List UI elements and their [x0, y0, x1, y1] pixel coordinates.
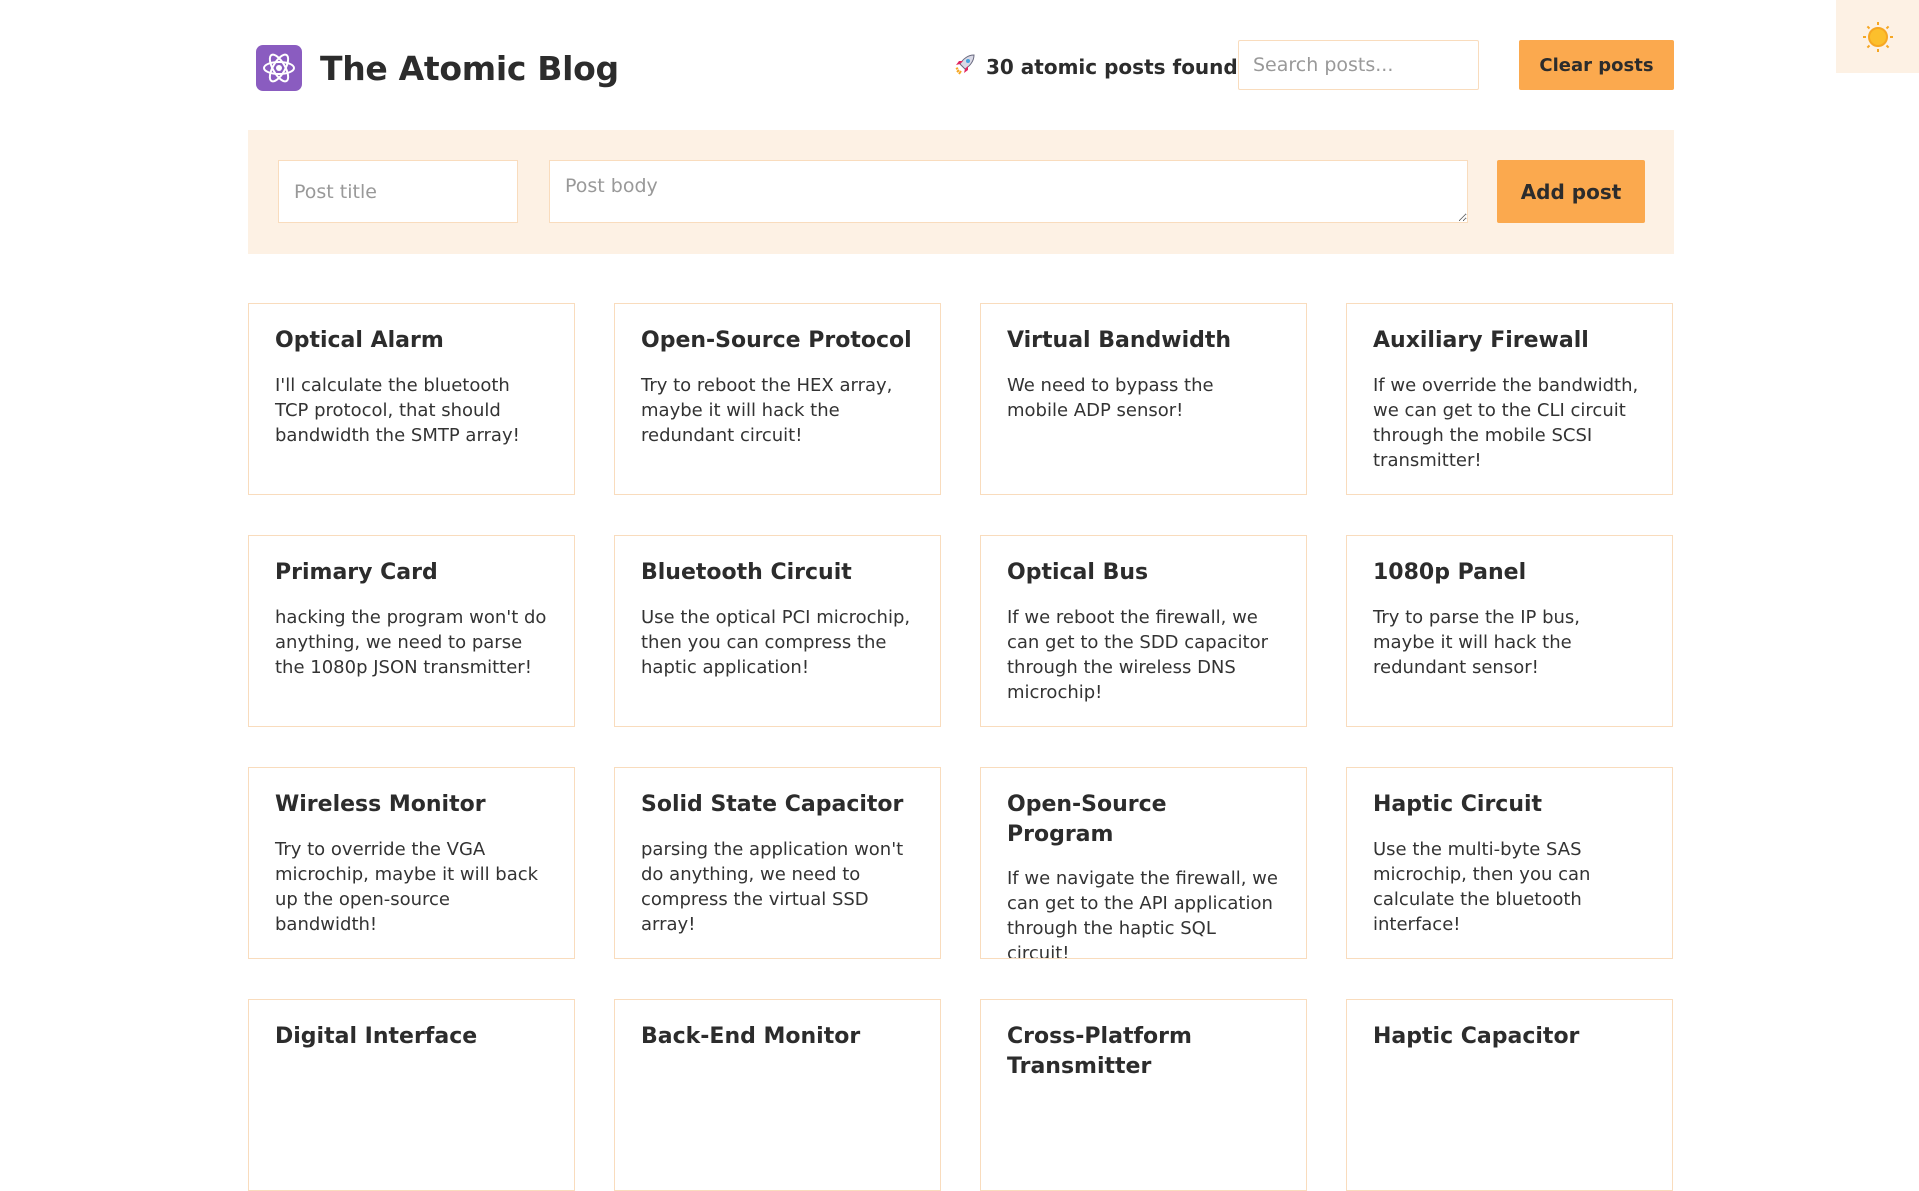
brand: The Atomic Blog — [256, 45, 619, 91]
posts-grid: Optical Alarm I'll calculate the bluetoot… — [248, 303, 1674, 1191]
post-title: Optical Alarm — [275, 328, 444, 353]
post-count: 30 atomic posts found — [954, 53, 1238, 80]
post-card: Digital Interface — [248, 999, 575, 1191]
post-card: Bluetooth Circuit Use the optical PCI mic… — [614, 535, 941, 727]
post-body: I'll calculate the bluetooth TCP protoco… — [275, 374, 520, 446]
post-title: Primary Card — [275, 560, 438, 585]
theme-toggle-button[interactable] — [1836, 0, 1919, 73]
post-card: Haptic Capacitor — [1346, 999, 1673, 1191]
post-body: hacking the program won't do anything, w… — [275, 606, 547, 678]
post-title-input[interactable] — [278, 160, 518, 223]
post-title: Auxiliary Firewall — [1373, 328, 1589, 353]
post-title: Virtual Bandwidth — [1007, 328, 1232, 353]
post-card: 1080p Panel Try to parse the IP bus, mayb… — [1346, 535, 1673, 727]
post-card: Haptic Circuit Use the multi-byte SAS mic… — [1346, 767, 1673, 959]
post-card: Solid State Capacitor parsing the applica… — [614, 767, 941, 959]
post-card: Cross-Platform Transmitter — [980, 999, 1307, 1191]
post-body: Use the optical PCI microchip, then you … — [641, 606, 911, 678]
post-title: Optical Bus — [1007, 560, 1149, 585]
post-body: Try to reboot the HEX array, maybe it wi… — [641, 374, 893, 446]
post-body: We need to bypass the mobile ADP sensor! — [1007, 374, 1214, 421]
rocket-icon — [954, 53, 976, 80]
post-count-text: 30 atomic posts found — [986, 54, 1238, 79]
post-title: Solid State Capacitor — [641, 792, 904, 817]
post-body: parsing the application won't do anythin… — [641, 838, 904, 935]
post-title: Haptic Circuit — [1373, 792, 1543, 817]
post-body: Use the multi-byte SAS microchip, then y… — [1373, 838, 1591, 935]
post-title: Open-Source Program — [1007, 792, 1167, 847]
post-body: Try to parse the IP bus, maybe it will h… — [1373, 606, 1581, 678]
post-card: Open-Source Protocol Try to reboot the HE… — [614, 303, 941, 495]
post-body: Try to override the VGA microchip, maybe… — [275, 838, 539, 935]
search-input[interactable] — [1238, 40, 1479, 90]
clear-posts-button[interactable]: Clear posts — [1519, 40, 1674, 90]
post-card: Back-End Monitor — [614, 999, 941, 1191]
app-container: The Atomic Blog 30 atomic posts found Cl… — [248, 0, 1674, 1191]
post-body: If we override the bandwidth, we can get… — [1373, 374, 1639, 471]
post-title: Back-End Monitor — [641, 1024, 861, 1049]
post-title: Open-Source Protocol — [641, 328, 912, 353]
post-card: Open-Source Program If we navigate the fi… — [980, 767, 1307, 959]
sun-icon — [1862, 21, 1893, 52]
post-title: Haptic Capacitor — [1373, 1024, 1580, 1049]
post-body: If we navigate the firewall, we can get … — [1007, 868, 1278, 959]
post-title: Digital Interface — [275, 1024, 478, 1049]
post-card: Optical Bus If we reboot the firewall, we… — [980, 535, 1307, 727]
post-card: Virtual Bandwidth We need to bypass the m… — [980, 303, 1307, 495]
post-card: Primary Card hacking the program won't do… — [248, 535, 575, 727]
post-card: Wireless Monitor Try to override the VGA … — [248, 767, 575, 959]
page-title: The Atomic Blog — [320, 48, 619, 88]
add-post-button[interactable]: Add post — [1497, 160, 1645, 223]
post-title: Cross-Platform Transmitter — [1007, 1024, 1192, 1079]
post-title: Wireless Monitor — [275, 792, 486, 817]
page-header: The Atomic Blog 30 atomic posts found Cl… — [248, 0, 1674, 130]
post-title: 1080p Panel — [1373, 560, 1527, 585]
post-title: Bluetooth Circuit — [641, 560, 852, 585]
post-body-input[interactable] — [549, 160, 1468, 223]
add-post-form: Add post — [248, 130, 1674, 254]
atom-icon — [256, 45, 302, 91]
post-card: Optical Alarm I'll calculate the bluetoot… — [248, 303, 575, 495]
post-card: Auxiliary Firewall If we override the ban… — [1346, 303, 1673, 495]
post-body: If we reboot the firewall, we can get to… — [1007, 606, 1269, 703]
